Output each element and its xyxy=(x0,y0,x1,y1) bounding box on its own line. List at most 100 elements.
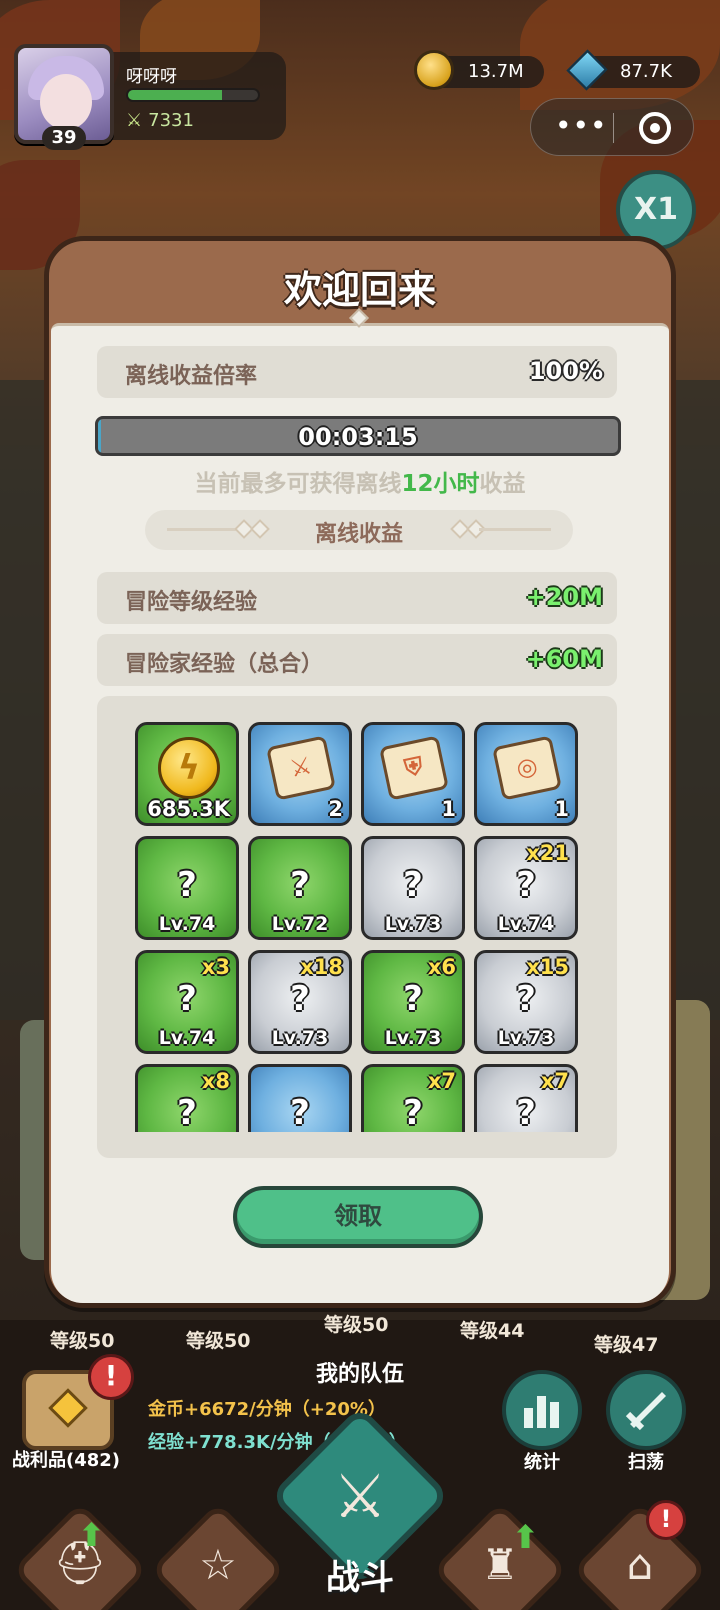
reward-item[interactable]: ? x8 xyxy=(135,1064,239,1132)
unknown-item-icon: ? xyxy=(516,979,536,1019)
close-target-icon[interactable] xyxy=(639,112,671,144)
hero-exp-label: 冒险家经验（总合） xyxy=(125,652,324,677)
crossed-swords-icon: ⚔ xyxy=(333,1462,387,1532)
more-icon[interactable]: ••• xyxy=(555,109,608,142)
unknown-item-icon: ? xyxy=(177,865,197,905)
ring-emblem-icon: ◎ xyxy=(513,751,540,783)
unknown-item-icon: ? xyxy=(177,1093,197,1132)
unknown-item-icon: ? xyxy=(290,865,310,905)
reward-item[interactable]: ? Lv.73 x15 xyxy=(474,950,578,1054)
item-level: Lv.73 xyxy=(384,913,442,935)
reward-item[interactable]: ? Lv.73 x6 xyxy=(361,950,465,1054)
sweep-button[interactable] xyxy=(606,1370,686,1450)
item-level: Lv.73 xyxy=(384,1027,442,1049)
offline-rate-value: 100% xyxy=(528,357,603,385)
scroll-icon: ◎ xyxy=(492,735,562,801)
gold-value: 13.7M xyxy=(468,61,524,82)
player-level-badge: 39 xyxy=(42,126,86,150)
scroll-icon: ⚔ xyxy=(266,735,336,801)
sword-emblem-icon: ⚔ xyxy=(287,751,315,783)
reward-item[interactable]: ? Lv.74 x3 xyxy=(135,950,239,1054)
item-count: x18 xyxy=(300,955,343,979)
hint-suffix: 收益 xyxy=(479,471,526,497)
shop-icon: ⌂ xyxy=(626,1540,654,1589)
reward-item[interactable]: ? Lv.74 xyxy=(135,836,239,940)
welcome-back-modal: 欢迎回来 离线收益倍率 100% 00:03:15 当前最多可获得离线12小时收… xyxy=(44,236,676,1308)
hero-level-5: 等级47 xyxy=(594,1334,659,1356)
item-amount: 1 xyxy=(441,797,456,821)
reward-item[interactable]: ? Lv.72 xyxy=(248,836,352,940)
miniprogram-capsule: ••• xyxy=(530,98,694,156)
unknown-item-icon: ? xyxy=(290,979,310,1019)
stats-label: 统计 xyxy=(524,1452,560,1473)
shop-alert-icon: ! xyxy=(646,1500,686,1540)
gold-coin-icon xyxy=(414,50,454,90)
sword-icon: ⚔ xyxy=(126,110,143,131)
battle-label: 战斗 xyxy=(326,1558,394,1598)
player-power-value: 7331 xyxy=(148,110,194,131)
castle-upgrade-arrow-icon: ⬆ xyxy=(512,1518,539,1556)
reward-grid[interactable]: 685.3K⚔2⛨1◎1?Lv.74?Lv.72?Lv.73?Lv.74x21?… xyxy=(97,696,617,1158)
bar-chart-icon xyxy=(524,1396,559,1428)
item-count: x15 xyxy=(526,955,569,979)
item-level: Lv.72 xyxy=(271,913,329,935)
unknown-item-icon: ? xyxy=(403,979,423,1019)
hero-level-2: 等级50 xyxy=(186,1330,251,1352)
unknown-item-icon: ? xyxy=(177,979,197,1019)
sweep-label: 扫荡 xyxy=(628,1452,664,1473)
hint-highlight: 12小时 xyxy=(401,471,480,497)
item-count: x6 xyxy=(427,955,456,979)
hero-level-4: 等级44 xyxy=(460,1320,525,1342)
scroll-icon: ⛨ xyxy=(379,735,449,801)
item-level: Lv.74 xyxy=(158,913,216,935)
item-count: x8 xyxy=(201,1069,230,1093)
reward-item[interactable]: ? Lv.73 x18 xyxy=(248,950,352,1054)
offline-rate-label: 离线收益倍率 xyxy=(125,364,258,389)
item-amount: 685.3K xyxy=(147,797,230,821)
item-level: Lv.74 xyxy=(158,1027,216,1049)
offline-rewards-header: 离线收益 xyxy=(145,510,573,550)
reward-item[interactable]: ? x7 xyxy=(474,1064,578,1132)
unknown-item-icon: ? xyxy=(516,865,536,905)
shield-emblem-icon: ⛨ xyxy=(402,751,426,783)
offline-timer-bar: 00:03:15 xyxy=(95,416,621,456)
unknown-item-icon: ? xyxy=(403,865,423,905)
reward-item[interactable]: 685.3K xyxy=(135,722,239,826)
stats-button[interactable] xyxy=(502,1370,582,1450)
adventure-exp-value: +20M xyxy=(525,583,603,611)
hero-exp-row: 冒险家经验（总合） +60M xyxy=(97,634,617,686)
item-level: Lv.73 xyxy=(497,1027,555,1049)
item-level: Lv.74 xyxy=(497,913,555,935)
player-xp-bar xyxy=(126,88,260,102)
reward-item[interactable]: ? Lv.73 xyxy=(361,836,465,940)
item-count: x7 xyxy=(427,1069,456,1093)
reward-item[interactable]: ? xyxy=(248,1064,352,1132)
section-label: 离线收益 xyxy=(314,522,403,547)
player-name: 呀呀呀 xyxy=(126,67,177,87)
item-amount: 1 xyxy=(554,797,569,821)
gold-coin-icon xyxy=(158,737,220,799)
adventure-exp-label: 冒险等级经验 xyxy=(125,590,258,615)
reward-item[interactable]: ? x7 xyxy=(361,1064,465,1132)
item-count: x3 xyxy=(201,955,230,979)
unknown-item-icon: ? xyxy=(290,1093,310,1132)
hint-prefix: 当前最多可获得离线 xyxy=(194,471,402,497)
reward-item[interactable]: ◎ 1 xyxy=(474,722,578,826)
unknown-item-icon: ? xyxy=(516,1093,536,1132)
item-amount: 2 xyxy=(328,797,343,821)
item-count: x21 xyxy=(526,841,569,865)
loot-label: 战利品(482) xyxy=(12,1450,121,1471)
book-icon: ☆ xyxy=(199,1540,237,1589)
adventure-exp-row: 冒险等级经验 +20M xyxy=(97,572,617,624)
modal-title: 欢迎回来 xyxy=(283,268,436,312)
sweep-sword-icon xyxy=(625,1392,666,1431)
upgrade-arrow-icon: ⬆ xyxy=(78,1516,105,1554)
gem-value: 87.7K xyxy=(620,61,672,82)
reward-item[interactable]: ? Lv.74 x21 xyxy=(474,836,578,940)
chest-gem-icon xyxy=(48,1388,88,1428)
claim-button[interactable]: 领取 xyxy=(233,1186,483,1248)
reward-item[interactable]: ⛨ 1 xyxy=(361,722,465,826)
player-power: ⚔ 7331 xyxy=(126,110,194,131)
reward-item[interactable]: ⚔ 2 xyxy=(248,722,352,826)
offline-timer-text: 00:03:15 xyxy=(298,423,418,451)
